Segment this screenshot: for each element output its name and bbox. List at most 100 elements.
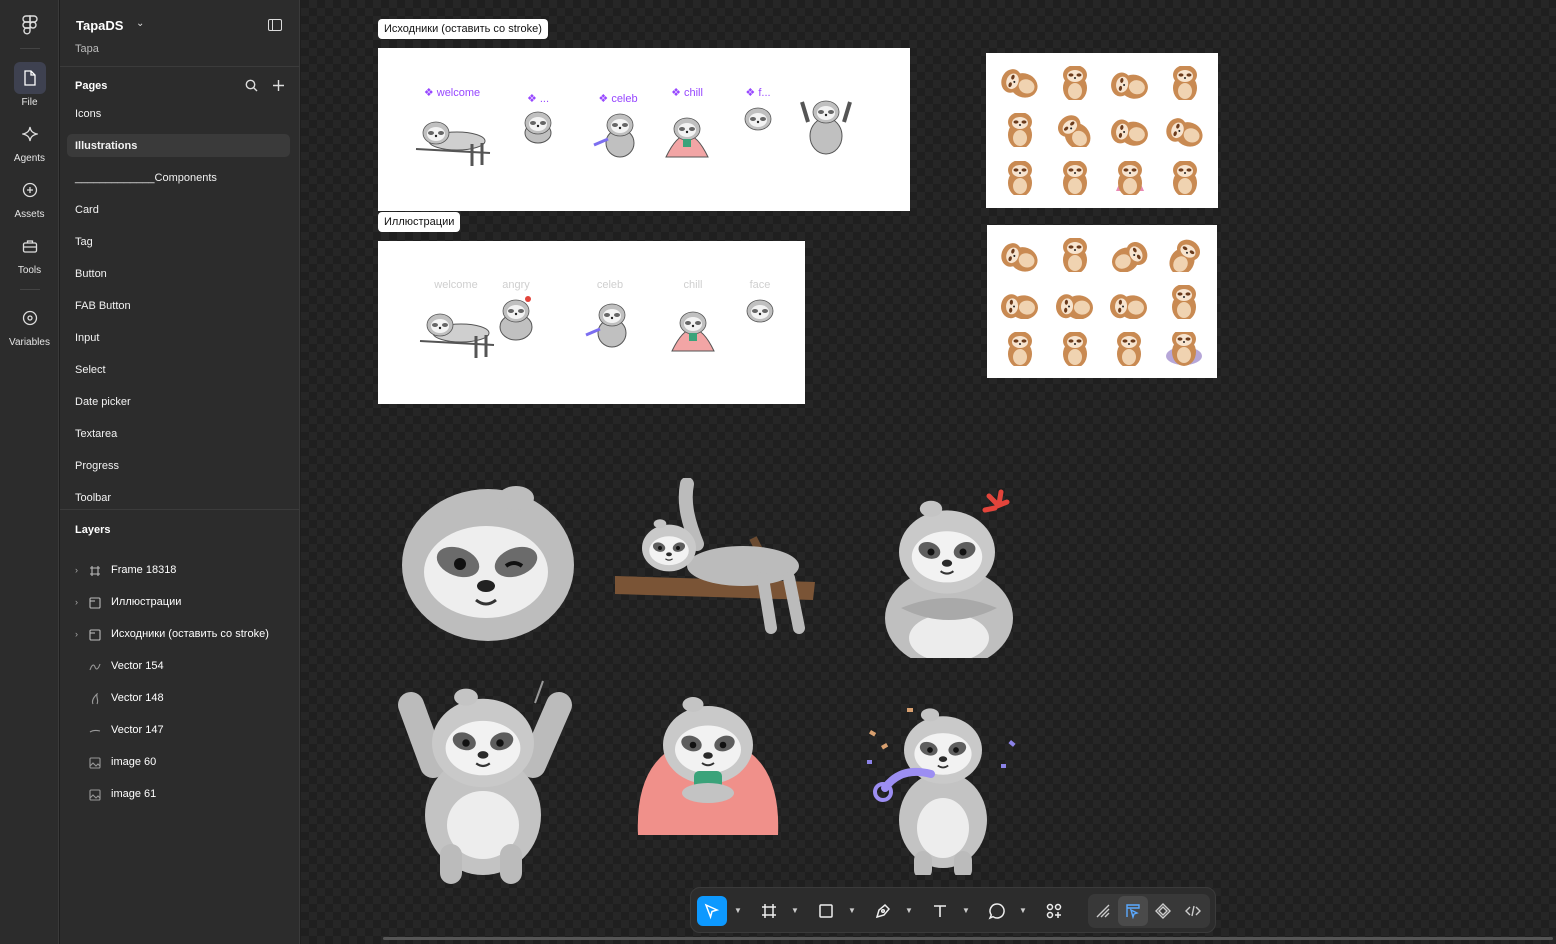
chevron-down-icon[interactable]: ▼ — [734, 906, 742, 915]
page-item-toolbar[interactable]: Toolbar — [75, 490, 111, 506]
text-tool-button[interactable] — [925, 896, 955, 926]
rectangle-icon — [819, 904, 833, 918]
layer-row[interactable]: Vector 148 — [60, 690, 300, 710]
figma-logo-icon[interactable] — [21, 15, 39, 35]
chevron-down-icon[interactable]: ▼ — [962, 906, 970, 915]
rail-tools-button[interactable]: Tools — [0, 230, 59, 282]
illustration-label: face — [749, 279, 771, 291]
layer-row[interactable]: Vector 147 — [60, 722, 300, 742]
page-item-card[interactable]: Card — [75, 202, 99, 218]
chevron-down-icon[interactable]: ▼ — [905, 906, 913, 915]
sticker-sheet-image-61[interactable] — [987, 225, 1217, 378]
frame-sources[interactable]: ❖ welcome ❖ ... ❖ celeb ❖ chill ❖ f... — [378, 48, 910, 211]
sloth-3d-cheer[interactable] — [393, 675, 578, 885]
comment-tool-button[interactable] — [982, 896, 1012, 926]
section-icon — [89, 597, 101, 609]
draw-mode-button[interactable] — [1088, 896, 1118, 926]
component-label: f... — [758, 87, 771, 99]
sticker-sloth — [1102, 278, 1157, 325]
rail-assets-button[interactable]: Assets — [0, 174, 59, 226]
section-label-sources[interactable]: Исходники (оставить со stroke) — [378, 19, 548, 39]
chevron-down-icon[interactable]: ⌄ — [136, 18, 144, 29]
sticker-sheet-image-60[interactable] — [986, 53, 1218, 208]
project-title[interactable]: TapaDS — [76, 18, 123, 33]
left-panel: TapaDS ⌄ Tapa Pages Icons Illustrations … — [60, 0, 300, 944]
component-celeb[interactable]: ❖ celeb — [588, 92, 648, 166]
page-item-input[interactable]: Input — [75, 330, 99, 346]
page-item-icons[interactable]: Icons — [75, 106, 101, 122]
chevron-down-icon[interactable]: ▼ — [848, 906, 856, 915]
layer-row[interactable]: › Иллюстрации — [60, 594, 300, 614]
prototype-mode-button[interactable] — [1148, 896, 1178, 926]
dev-mode-button[interactable] — [1178, 896, 1208, 926]
sloth-cheer-sketch-item[interactable] — [798, 92, 854, 163]
chevron-right-icon[interactable]: › — [75, 565, 78, 575]
page-item-button[interactable]: Button — [75, 266, 107, 282]
component-face[interactable]: ❖ f... — [738, 86, 778, 144]
search-icon[interactable] — [245, 79, 258, 92]
sticker-sloth — [1157, 107, 1212, 155]
illustration-welcome[interactable]: welcome — [416, 279, 496, 366]
sloth-3d-face[interactable] — [398, 480, 583, 650]
rail-variables-button[interactable]: Variables — [0, 302, 59, 354]
layer-row[interactable]: › Исходники (оставить со stroke) — [60, 626, 300, 646]
illustration-celeb[interactable]: celeb — [580, 279, 640, 358]
sloth-3d-celebrate[interactable] — [861, 700, 1031, 875]
illustration-angry[interactable]: angry — [496, 279, 536, 350]
page-item-select[interactable]: Select — [75, 362, 106, 378]
component-welcome[interactable]: ❖ welcome — [412, 86, 492, 174]
horizontal-scrollbar[interactable] — [383, 937, 1553, 940]
sticker-sloth — [993, 231, 1048, 278]
rail-agents-button[interactable]: Agents — [0, 118, 59, 170]
sloth-welcome-sketch — [415, 121, 491, 166]
sticker-sloth — [1047, 59, 1102, 107]
sloth-3d-welcome[interactable] — [613, 478, 818, 638]
sticker-sloth — [993, 278, 1048, 325]
frame-tool-button[interactable] — [754, 896, 784, 926]
component-angry[interactable]: ❖ ... — [520, 92, 556, 150]
canvas[interactable]: Исходники (оставить со stroke) ❖ welcome… — [301, 0, 1556, 944]
chevron-right-icon[interactable]: › — [75, 597, 78, 607]
page-item-components[interactable]: _____________Components — [75, 170, 217, 186]
page-item-date-picker[interactable]: Date picker — [75, 394, 131, 410]
toolbox-icon — [14, 230, 46, 262]
illustration-chill[interactable]: chill — [668, 279, 718, 360]
project-subtitle: Tapa — [75, 43, 99, 55]
layer-name: Frame 18318 — [111, 564, 177, 576]
pen-tool-button[interactable] — [868, 896, 898, 926]
rail-file-button[interactable]: File — [0, 62, 59, 114]
section-label-illustrations[interactable]: Иллюстрации — [378, 212, 461, 232]
sloth-face-sketch — [744, 107, 772, 131]
layer-row[interactable]: image 60 — [60, 754, 300, 774]
actions-button[interactable] — [1039, 896, 1069, 926]
illustration-face[interactable]: face — [740, 279, 780, 336]
vector-icon — [91, 693, 99, 705]
chevron-right-icon[interactable]: › — [75, 629, 78, 639]
sticker-sloth — [1157, 154, 1212, 202]
shape-tool-button[interactable] — [811, 896, 841, 926]
sticker-sloth — [1048, 231, 1103, 278]
sloth-3d-chill[interactable] — [632, 695, 787, 845]
sloth-3d-angry[interactable] — [881, 488, 1021, 658]
code-icon — [1185, 905, 1201, 917]
add-page-icon[interactable] — [272, 79, 285, 92]
chevron-down-icon[interactable]: ▼ — [791, 906, 799, 915]
layer-row[interactable]: image 61 — [60, 786, 300, 806]
component-diamond-icon — [1155, 903, 1171, 919]
page-item-illustrations[interactable]: Illustrations — [75, 138, 137, 154]
sparkle-icon — [14, 118, 46, 150]
frame-illustrations[interactable]: welcome angry celeb chill face — [378, 241, 805, 404]
page-item-textarea[interactable]: Textarea — [75, 426, 117, 442]
layer-row[interactable]: › Frame 18318 — [60, 562, 300, 582]
chevron-down-icon[interactable]: ▼ — [1019, 906, 1027, 915]
design-mode-button[interactable] — [1118, 896, 1148, 926]
component-label: celeb — [611, 93, 638, 105]
page-item-fab-button[interactable]: FAB Button — [75, 298, 131, 314]
page-item-progress[interactable]: Progress — [75, 458, 119, 474]
sticker-sloth — [1102, 59, 1157, 107]
sidebar-toggle-icon[interactable] — [268, 19, 282, 31]
page-item-tag[interactable]: Tag — [75, 234, 93, 250]
layer-row[interactable]: Vector 154 — [60, 658, 300, 678]
move-tool-button[interactable] — [697, 896, 727, 926]
component-chill[interactable]: ❖ chill — [662, 86, 712, 166]
